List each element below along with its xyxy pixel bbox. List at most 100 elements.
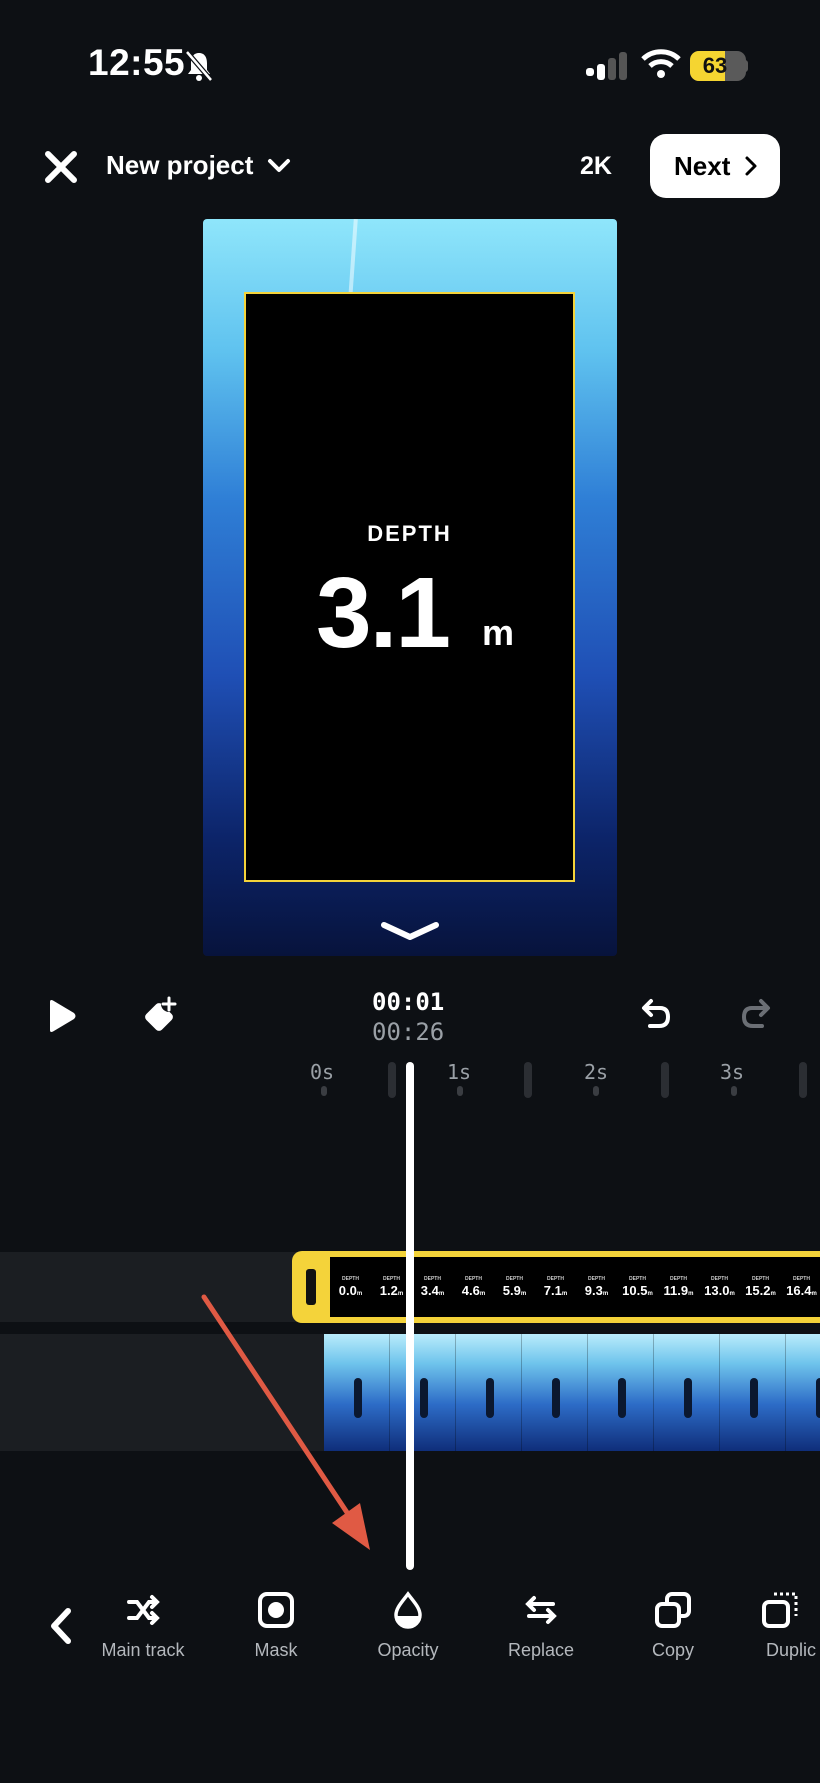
thumbnail-mini-label: DEPTH (629, 1276, 646, 1282)
thumbnail-mini-label: DEPTH (711, 1276, 728, 1282)
export-quality-button[interactable]: 2K (580, 152, 612, 181)
ruler-tick (731, 1086, 737, 1096)
keyframe-add-icon[interactable] (140, 994, 180, 1036)
video-frame-thumbnail (720, 1334, 786, 1451)
thumbnail-depth-value: 15.2 (745, 1283, 771, 1298)
diver-figure (684, 1378, 692, 1418)
tool-opacity[interactable]: Opacity (348, 1590, 468, 1661)
thumbnail-depth-value: 4.6 (461, 1283, 480, 1298)
thumbnail-mini-label: DEPTH (670, 1276, 687, 1282)
overlay-clip-thumbnails[interactable]: DEPTH 0.0m DEPTH 1.2m DEPTH 3.4m DEPTH 4.6m DEPT… (330, 1257, 820, 1317)
thumbnail-depth-value: 3.4 (420, 1283, 439, 1298)
thumbnail-depth-value: 11.9 (663, 1283, 689, 1298)
ruler-label: 0s (310, 1060, 335, 1084)
next-button-label: Next (674, 150, 731, 181)
thumbnail-depth-unit: m (602, 1291, 609, 1297)
current-time: 00:01 (372, 988, 445, 1016)
battery-tip (744, 60, 748, 72)
thumbnail-depth-value: 10.5 (622, 1283, 648, 1298)
diver-figure (816, 1378, 820, 1418)
thumbnail-depth-unit: m (397, 1291, 404, 1297)
undo-icon[interactable] (634, 996, 672, 1034)
ruler-label: 2s (584, 1060, 609, 1084)
video-frame-thumbnail (588, 1334, 654, 1451)
thumbnail-mini-label: DEPTH (506, 1276, 523, 1282)
next-button[interactable]: Next (650, 134, 780, 198)
status-time: 12:55 (88, 42, 186, 83)
thumbnail-depth-unit: m (770, 1291, 776, 1297)
tool-label: Copy (651, 1640, 695, 1660)
chevron-right-icon (745, 156, 757, 176)
ruler-tick (457, 1086, 463, 1096)
diver-figure (618, 1378, 626, 1418)
thumbnail-mini-label: DEPTH (588, 1276, 605, 1282)
tool-duplicate[interactable]: Duplic (746, 1590, 820, 1661)
diver-figure (552, 1378, 560, 1418)
thumbnail-depth-unit: m (729, 1291, 735, 1297)
tool-main-track[interactable]: Main track (83, 1590, 203, 1661)
thumbnail-mini-label: DEPTH (793, 1276, 810, 1282)
collapse-chevron-icon[interactable] (380, 919, 440, 943)
thumbnail-depth-unit: m (647, 1291, 653, 1297)
chevron-down-icon[interactable] (266, 156, 292, 176)
close-icon[interactable] (42, 148, 80, 186)
video-preview[interactable]: DEPTH 3.1 m (203, 219, 617, 956)
diver-figure (486, 1378, 494, 1418)
thumbnail-depth-value: 5.9 (502, 1283, 521, 1298)
video-frame-thumbnail (456, 1334, 522, 1451)
depth-label: DEPTH (367, 521, 452, 546)
ruler-label: 1s (447, 1060, 472, 1084)
drop-icon (394, 1591, 422, 1629)
duplicate-icon (762, 1592, 798, 1628)
light-streak (348, 219, 358, 300)
redo-icon[interactable] (740, 996, 778, 1034)
thumbnail-depth-unit: m (520, 1291, 527, 1297)
video-frame-thumbnail (522, 1334, 588, 1451)
chevron-left-icon[interactable] (46, 1606, 76, 1646)
bell-muted-icon (185, 50, 213, 82)
ruler-label: 3s (720, 1060, 745, 1084)
cellular-signal-icon (586, 52, 627, 80)
tool-label: Duplic (766, 1640, 817, 1660)
thumbnail-depth-unit: m (438, 1291, 445, 1297)
video-frame-thumbnail (390, 1334, 456, 1451)
thumbnail-mini-label: DEPTH (465, 1276, 482, 1282)
tool-label: Opacity (377, 1640, 439, 1660)
tool-label: Replace (507, 1640, 575, 1660)
tool-label: Mask (254, 1640, 298, 1660)
mask-icon (258, 1592, 294, 1628)
thumbnail-mini-label: DEPTH (752, 1276, 769, 1282)
project-title-dropdown[interactable]: New project (106, 150, 253, 181)
tool-label: Main track (101, 1640, 185, 1660)
depth-overlay[interactable]: DEPTH 3.1 m (244, 292, 575, 882)
ruler-tick (661, 1062, 669, 1098)
thumbnail-depth-unit: m (479, 1291, 486, 1297)
thumbnail-depth-value: 16.4 (786, 1283, 812, 1298)
copy-icon (655, 1592, 691, 1628)
clip-thumbnail: DEPTH 15.2m (740, 1276, 781, 1298)
diver-figure (750, 1378, 758, 1418)
shuffle-icon (127, 1595, 160, 1625)
thumbnail-depth-unit: m (811, 1291, 817, 1297)
play-icon[interactable] (44, 998, 78, 1034)
battery-indicator: 63 (690, 51, 746, 81)
video-clip[interactable] (324, 1334, 820, 1451)
wifi-icon (641, 49, 681, 78)
video-frame-thumbnail (654, 1334, 720, 1451)
thumbnail-mini-label: DEPTH (424, 1276, 441, 1282)
tool-copy[interactable]: Copy (613, 1590, 733, 1661)
thumbnail-depth-value: 9.3 (584, 1283, 603, 1298)
video-frame-thumbnail (786, 1334, 820, 1451)
tool-replace[interactable]: Replace (481, 1590, 601, 1661)
playhead[interactable] (406, 1062, 414, 1570)
ruler-tick (799, 1062, 807, 1098)
thumbnail-mini-label: DEPTH (547, 1276, 564, 1282)
ruler-tick (524, 1062, 532, 1098)
clip-thumbnail: DEPTH 5.9m (494, 1276, 535, 1298)
clip-thumbnail: DEPTH 4.6m (453, 1276, 494, 1298)
ruler-tick (321, 1086, 327, 1096)
ruler-tick (593, 1086, 599, 1096)
depth-value: 3.1 (316, 557, 451, 669)
clip-thumbnail: DEPTH 3.4m (412, 1276, 453, 1298)
tool-mask[interactable]: Mask (216, 1590, 336, 1661)
